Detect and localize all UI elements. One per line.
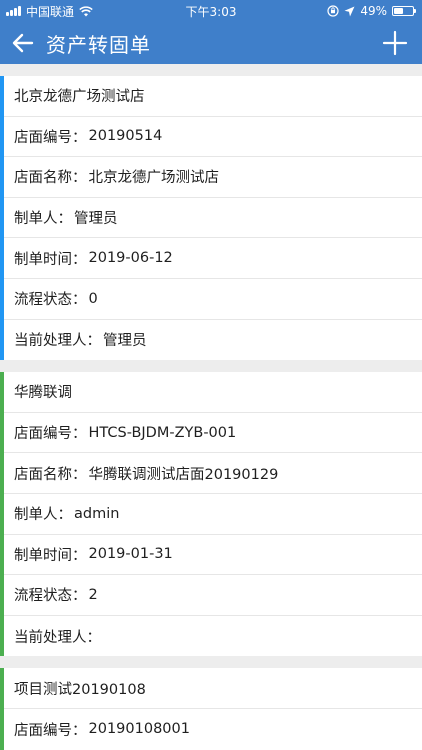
create-time-value: 2019-01-31: [88, 546, 173, 563]
arrow-left-icon: [12, 33, 34, 53]
handler-label: 当前处理人：: [14, 333, 101, 350]
record-card[interactable]: 北京龙德广场测试店 店面编号： 20190514 店面名称： 北京龙德广场测试店 制…: [0, 76, 422, 361]
store-name-value: 北京龙德广场测试店: [88, 170, 220, 187]
add-button[interactable]: [382, 30, 408, 56]
battery-level: [394, 8, 403, 14]
store-name-row: 店面名称： 华腾联调测试店面20190129: [0, 453, 422, 494]
create-time-label: 制单时间：: [14, 547, 87, 564]
record-title: 华腾联调: [0, 372, 422, 413]
creator-value: 管理员: [74, 211, 118, 228]
creator-row: 制单人： 管理员: [0, 198, 422, 239]
handler-row: 当前处理人： 管理员: [0, 320, 422, 361]
flow-status-label: 流程状态：: [14, 588, 87, 605]
wifi-icon: [79, 5, 93, 16]
creator-label: 制单人：: [14, 507, 72, 524]
battery-icon: [392, 6, 416, 16]
create-time-row: 制单时间： 2019-01-31: [0, 535, 422, 576]
status-right: 49%: [327, 4, 416, 18]
page-title: 资产转固单: [46, 32, 151, 57]
record-card[interactable]: 项目测试20190108 店面编号： 20190108001: [0, 668, 422, 750]
battery-percent: 49%: [360, 4, 387, 18]
handler-row: 当前处理人：: [0, 616, 422, 657]
plus-icon: [382, 30, 408, 56]
orientation-lock-icon: [327, 5, 339, 17]
store-code-row: 店面编号： 20190514: [0, 117, 422, 158]
record-title-text: 项目测试20190108: [14, 681, 146, 698]
record-title-text: 北京龙德广场测试店: [14, 89, 145, 106]
carrier-name: 中国联通: [26, 4, 75, 19]
store-code-value: HTCS-BJDM-ZYB-001: [88, 424, 237, 441]
handler-label: 当前处理人：: [14, 629, 101, 646]
record-list: 北京龙德广场测试店 店面编号： 20190514 店面名称： 北京龙德广场测试店 制…: [0, 64, 422, 750]
store-code-row: 店面编号： HTCS-BJDM-ZYB-001: [0, 413, 422, 454]
create-time-label: 制单时间：: [14, 251, 87, 268]
store-name-row: 店面名称： 北京龙德广场测试店: [0, 157, 422, 198]
location-icon: [344, 6, 355, 16]
status-left: 中国联通: [6, 3, 93, 20]
status-bar: 中国联通 下午3:03 49%: [0, 0, 422, 22]
record-title: 项目测试20190108: [0, 668, 422, 709]
nav-bar: 资产转固单: [0, 22, 422, 64]
flow-status-value: 0: [88, 290, 98, 307]
back-button[interactable]: [12, 30, 38, 56]
store-name-label: 店面名称：: [14, 466, 87, 483]
store-code-row: 店面编号： 20190108001: [0, 709, 422, 750]
handler-value: 管理员: [103, 333, 147, 350]
store-code-label: 店面编号：: [14, 129, 87, 146]
record-card[interactable]: 华腾联调 店面编号： HTCS-BJDM-ZYB-001 店面名称： 华腾联调测试店…: [0, 372, 422, 657]
creator-label: 制单人：: [14, 211, 72, 228]
store-code-value: 20190514: [88, 128, 163, 145]
store-code-label: 店面编号：: [14, 426, 87, 443]
store-code-label: 店面编号：: [14, 722, 87, 739]
flow-status-row: 流程状态： 0: [0, 279, 422, 320]
store-name-label: 店面名称：: [14, 170, 87, 187]
record-title-text: 华腾联调: [14, 385, 72, 402]
creator-value: admin: [74, 505, 120, 522]
flow-status-row: 流程状态： 2: [0, 575, 422, 616]
record-title: 北京龙德广场测试店: [0, 76, 422, 117]
store-code-value: 20190108001: [88, 721, 190, 738]
flow-status-value: 2: [88, 586, 98, 603]
store-name-value: 华腾联调测试店面20190129: [88, 466, 279, 483]
create-time-value: 2019-06-12: [88, 250, 173, 267]
creator-row: 制单人： admin: [0, 494, 422, 535]
signal-icon: [6, 6, 21, 16]
flow-status-label: 流程状态：: [14, 292, 87, 309]
create-time-row: 制单时间： 2019-06-12: [0, 238, 422, 279]
